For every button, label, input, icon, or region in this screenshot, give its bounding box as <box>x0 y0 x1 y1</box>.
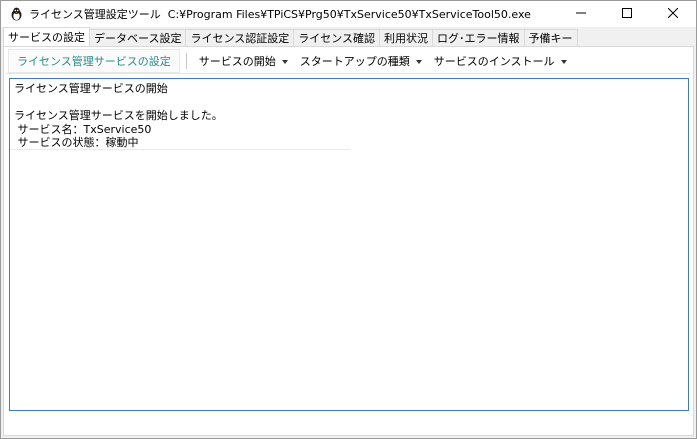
maximize-icon <box>622 7 632 21</box>
window-title-path: C:¥Program Files¥TPiCS¥Prg50¥TxService50… <box>167 8 531 21</box>
tab-database-settings[interactable]: データベース設定 <box>89 29 187 46</box>
toolbar: ライセンス管理サービスの設定 サービスの開始 スタートアップの種類 サービスのイ… <box>6 49 691 74</box>
start-service-dropdown[interactable]: サービスの開始 <box>193 50 294 72</box>
startup-type-label: スタートアップの種類 <box>299 55 410 68</box>
license-service-settings-button[interactable]: ライセンス管理サービスの設定 <box>8 49 180 73</box>
tab-service-settings[interactable]: サービスの設定 <box>3 27 90 46</box>
tab-log-error-info[interactable]: ログ･エラー情報 <box>432 29 525 46</box>
tab-usage-status[interactable]: 利用状況 <box>379 29 434 46</box>
install-service-dropdown[interactable]: サービスのインストール <box>428 50 573 72</box>
minimize-icon <box>576 8 586 21</box>
log-line: ライセンス管理サービスを開始しました。 <box>14 109 223 122</box>
tab-license-check[interactable]: ライセンス確認 <box>293 29 381 46</box>
start-service-label: サービスの開始 <box>198 55 276 68</box>
window-title: ライセンス管理設定ツール C:¥Program Files¥TPiCS¥Prg5… <box>29 6 531 22</box>
close-button[interactable] <box>650 1 696 27</box>
tab-license-auth-settings[interactable]: ライセンス認証設定 <box>185 29 295 46</box>
log-line: サービスの状態：稼動中 <box>14 136 139 149</box>
startup-type-dropdown[interactable]: スタートアップの種類 <box>294 50 428 72</box>
chevron-down-icon <box>560 59 567 64</box>
toolbar-separator <box>185 53 187 69</box>
install-service-label: サービスのインストール <box>433 55 555 68</box>
window-controls <box>558 1 696 27</box>
log-line: ライセンス管理サービスの開始 <box>14 82 168 95</box>
tab-strip: サービスの設定 データベース設定 ライセンス認証設定 ライセンス確認 利用状況 … <box>1 27 696 46</box>
maximize-button[interactable] <box>604 1 650 27</box>
log-output-textarea[interactable]: ライセンス管理サービスの開始 ライセンス管理サービスを開始しました。 サービス名… <box>9 78 689 411</box>
chevron-down-icon <box>415 59 422 64</box>
chevron-down-icon <box>281 59 288 64</box>
service-settings-panel: ライセンス管理サービスの設定 サービスの開始 スタートアップの種類 サービスのイ… <box>3 46 694 436</box>
app-window: ライセンス管理設定ツール C:¥Program Files¥TPiCS¥Prg5… <box>0 0 697 439</box>
close-icon <box>667 7 679 21</box>
minimize-button[interactable] <box>558 1 604 27</box>
tab-spare-key[interactable]: 予備キー <box>523 29 578 46</box>
window-title-name: ライセンス管理設定ツール <box>29 8 161 21</box>
title-bar[interactable]: ライセンス管理設定ツール C:¥Program Files¥TPiCS¥Prg5… <box>1 1 696 27</box>
penguin-app-icon[interactable] <box>9 7 23 21</box>
log-line: サービス名：TxService50 <box>14 122 152 136</box>
